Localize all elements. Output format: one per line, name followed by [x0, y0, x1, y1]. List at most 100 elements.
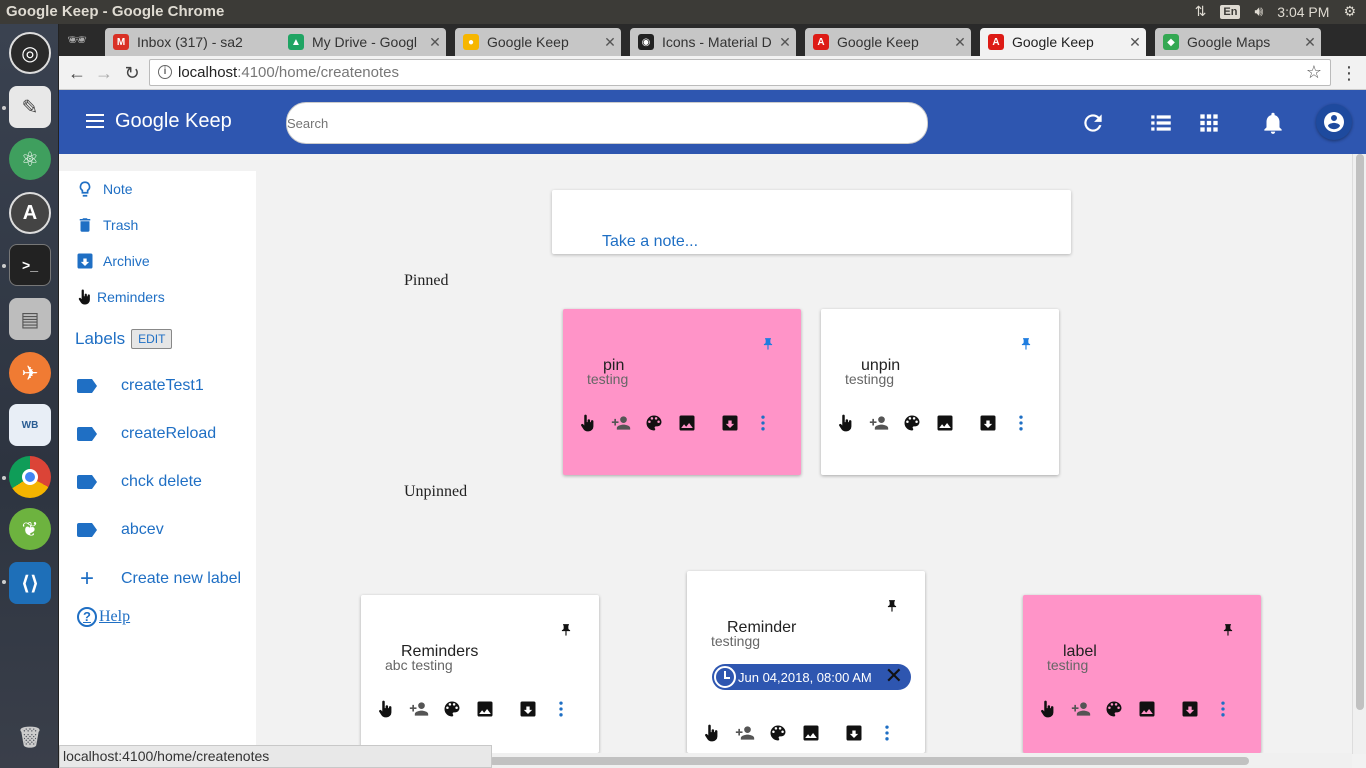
- notifications-bell-icon[interactable]: [1260, 110, 1286, 136]
- list-view-icon[interactable]: [1148, 110, 1174, 136]
- refresh-icon[interactable]: [1080, 110, 1106, 136]
- note-card[interactable]: unpin testingg: [821, 309, 1059, 475]
- sidebar-item-reminders[interactable]: Reminders: [75, 287, 165, 307]
- archive-icon[interactable]: [517, 698, 539, 720]
- reminder-hand-icon[interactable]: [577, 412, 599, 434]
- browser-tab[interactable]: ◆ Google Maps ✕: [1155, 28, 1321, 56]
- add-collaborator-icon[interactable]: [610, 412, 632, 434]
- palette-icon[interactable]: [901, 412, 923, 434]
- reminder-hand-icon[interactable]: [701, 722, 723, 744]
- bookmark-star-icon[interactable]: ☆: [1306, 60, 1322, 85]
- tab-close-icon[interactable]: ✕: [949, 34, 971, 51]
- tab-close-icon[interactable]: ✕: [1299, 34, 1321, 51]
- tab-close-icon[interactable]: ✕: [1124, 34, 1146, 51]
- hamburger-menu-icon[interactable]: [86, 114, 104, 128]
- keyboard-layout[interactable]: En: [1220, 4, 1241, 19]
- mysql-workbench-icon[interactable]: WB: [9, 404, 51, 446]
- files-icon[interactable]: ▤: [9, 298, 51, 340]
- sidebar-label-createtest1[interactable]: createTest1: [77, 377, 204, 395]
- note-card[interactable]: Reminders abc testing: [361, 595, 599, 753]
- horizontal-scroll-thumb[interactable]: [489, 757, 1249, 765]
- chrome-icon[interactable]: [9, 456, 51, 498]
- note-card[interactable]: label testing: [1023, 595, 1261, 753]
- search-input[interactable]: [287, 103, 887, 143]
- add-collaborator-icon[interactable]: [408, 698, 430, 720]
- add-collaborator-icon[interactable]: [734, 722, 756, 744]
- sidebar-label-createreload[interactable]: createReload: [77, 425, 216, 443]
- vertical-scroll-thumb[interactable]: [1356, 154, 1364, 710]
- clock[interactable]: 3:04 PM: [1277, 4, 1329, 20]
- note-card[interactable]: pin testing: [563, 309, 801, 475]
- help-link[interactable]: ? Help: [77, 607, 130, 627]
- more-vert-icon[interactable]: [550, 698, 572, 720]
- archive-icon[interactable]: [719, 412, 741, 434]
- palette-icon[interactable]: [1103, 698, 1125, 720]
- archive-icon[interactable]: [843, 722, 865, 744]
- reminder-hand-icon[interactable]: [375, 698, 397, 720]
- forward-icon[interactable]: →: [92, 61, 116, 85]
- terminal-icon[interactable]: >_: [9, 244, 51, 286]
- archive-icon[interactable]: [1179, 698, 1201, 720]
- info-icon[interactable]: i: [158, 65, 172, 79]
- browser-tab[interactable]: A Google Keep ✕: [980, 28, 1146, 56]
- image-icon[interactable]: [1136, 698, 1158, 720]
- apps-grid-icon[interactable]: [1196, 110, 1222, 136]
- network-icon[interactable]: ⇅: [1195, 3, 1207, 20]
- vscode-icon[interactable]: ⟨⟩: [9, 562, 51, 604]
- more-vert-icon[interactable]: [876, 722, 898, 744]
- more-vert-icon[interactable]: [752, 412, 774, 434]
- image-icon[interactable]: [474, 698, 496, 720]
- add-collaborator-icon[interactable]: [868, 412, 890, 434]
- browser-tab[interactable]: ▲ My Drive - Googl ✕: [280, 28, 446, 56]
- account-avatar[interactable]: [1316, 104, 1352, 140]
- vertical-scrollbar[interactable]: [1352, 154, 1366, 754]
- image-icon[interactable]: [934, 412, 956, 434]
- tab-close-icon[interactable]: ✕: [599, 34, 621, 51]
- browser-tab[interactable]: ● Google Keep ✕: [455, 28, 621, 56]
- pin-icon[interactable]: [885, 597, 899, 615]
- browser-tab[interactable]: A Google Keep ✕: [805, 28, 971, 56]
- ubuntu-dash-icon[interactable]: ◎: [9, 32, 51, 74]
- atom-icon[interactable]: ⚛: [9, 138, 51, 180]
- reminder-hand-icon[interactable]: [835, 412, 857, 434]
- more-vert-icon[interactable]: [1212, 698, 1234, 720]
- reminder-chip[interactable]: Jun 04,2018, 08:00 AM ✕: [712, 664, 911, 690]
- postman-icon[interactable]: ✈: [9, 352, 51, 394]
- note-card[interactable]: Reminder testingg Jun 04,2018, 08:00 AM ✕: [687, 571, 925, 753]
- palette-icon[interactable]: [643, 412, 665, 434]
- trash-bin-icon[interactable]: 🗑︎: [9, 716, 51, 758]
- sidebar-item-note[interactable]: Note: [75, 179, 133, 199]
- palette-icon[interactable]: [441, 698, 463, 720]
- archive-icon[interactable]: [977, 412, 999, 434]
- pin-icon[interactable]: [1221, 621, 1235, 639]
- volume-icon[interactable]: 🔊︎: [1254, 3, 1263, 20]
- tab-close-icon[interactable]: ✕: [424, 34, 446, 51]
- chrome-menu-icon[interactable]: ⋮: [1337, 61, 1361, 85]
- add-collaborator-icon[interactable]: [1070, 698, 1092, 720]
- image-icon[interactable]: [676, 412, 698, 434]
- edit-labels-button[interactable]: EDIT: [131, 329, 173, 349]
- take-note-input[interactable]: Take a note...: [552, 190, 1071, 254]
- pin-icon[interactable]: [559, 621, 573, 639]
- pin-icon[interactable]: [761, 335, 775, 353]
- reload-icon[interactable]: ↻: [120, 61, 144, 85]
- remove-reminder-icon[interactable]: ✕: [885, 665, 903, 687]
- more-vert-icon[interactable]: [1010, 412, 1032, 434]
- reminder-hand-icon[interactable]: [1037, 698, 1059, 720]
- software-updater-icon[interactable]: A: [9, 192, 51, 234]
- sidebar-label-abcev[interactable]: abcev: [77, 521, 164, 539]
- image-icon[interactable]: [800, 722, 822, 744]
- pin-icon[interactable]: [1019, 335, 1033, 353]
- browser-tab[interactable]: ◉ Icons - Material D ✕: [630, 28, 796, 56]
- address-bar[interactable]: i localhost:4100/home/createnotes ☆: [149, 59, 1331, 86]
- tab-close-icon[interactable]: ✕: [774, 34, 796, 51]
- search-box[interactable]: [286, 102, 928, 144]
- sidebar-item-trash[interactable]: Trash: [75, 215, 138, 235]
- sidebar-label-chck-delete[interactable]: chck delete: [77, 473, 202, 491]
- sidebar-item-archive[interactable]: Archive: [75, 251, 150, 271]
- back-icon[interactable]: ←: [65, 61, 89, 85]
- spring-tool-icon[interactable]: ❦: [9, 508, 51, 550]
- create-new-label-button[interactable]: + Create new label: [77, 567, 241, 591]
- settings-gear-icon[interactable]: ⚙: [1343, 3, 1356, 20]
- palette-icon[interactable]: [767, 722, 789, 744]
